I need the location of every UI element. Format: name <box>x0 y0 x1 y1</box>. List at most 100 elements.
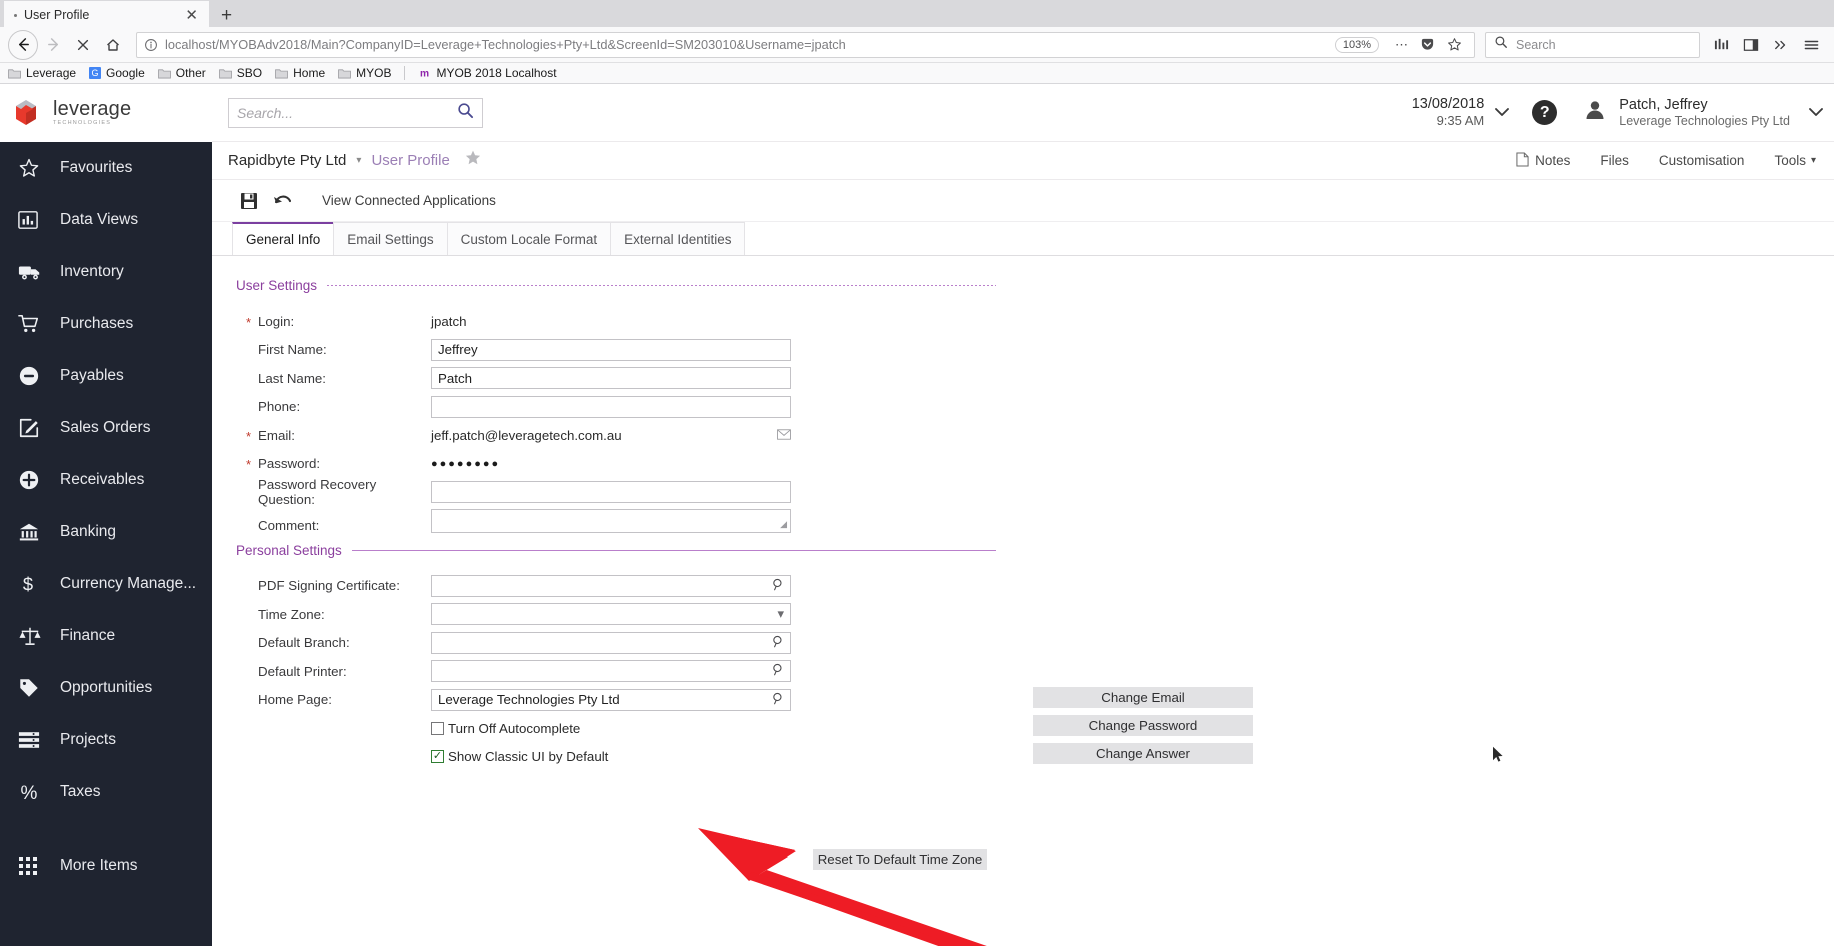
sidebar-item-inventory[interactable]: Inventory <box>0 246 212 298</box>
zoom-level-badge[interactable]: 103% <box>1334 36 1379 53</box>
time-zone-dropdown[interactable]: ▾ <box>431 603 791 626</box>
sidebar-item-data-views[interactable]: Data Views <box>0 194 212 246</box>
magnifier-icon[interactable] <box>772 635 784 651</box>
tab-general-info[interactable]: General Info <box>232 222 335 255</box>
view-connected-applications-link[interactable]: View Connected Applications <box>322 193 496 208</box>
browser-search-box[interactable]: Search <box>1485 31 1700 58</box>
phone-field[interactable] <box>431 395 791 418</box>
breadcrumb: Rapidbyte Pty Ltd ▾ User Profile Notes F… <box>212 142 1834 180</box>
hamburger-menu-icon[interactable] <box>1796 30 1826 60</box>
stop-loading-button[interactable] <box>68 30 98 60</box>
new-tab-button[interactable]: + <box>209 6 244 25</box>
breadcrumb-company[interactable]: Rapidbyte Pty Ltd <box>228 152 346 169</box>
sidebar-item-currency-management[interactable]: $ Currency Manage... <box>0 558 212 610</box>
tab-external-identities[interactable]: External Identities <box>610 222 746 255</box>
google-icon: G <box>89 67 102 79</box>
files-button[interactable]: Files <box>1600 153 1629 168</box>
sidebar-item-projects[interactable]: Projects <box>0 714 212 766</box>
magnifier-icon[interactable] <box>772 692 784 708</box>
change-password-button[interactable]: Change Password <box>1032 714 1254 737</box>
chevron-down-icon[interactable] <box>1494 105 1510 120</box>
tab-email-settings[interactable]: Email Settings <box>333 222 448 255</box>
bookmark-label: MYOB 2018 Localhost <box>436 66 557 80</box>
bookmark-myob-2018-localhost[interactable]: m MYOB 2018 Localhost <box>418 66 556 80</box>
change-answer-button[interactable]: Change Answer <box>1032 742 1254 765</box>
caret-down-icon[interactable]: ▾ <box>777 606 784 622</box>
bookmark-sbo[interactable]: SBO <box>218 66 262 80</box>
sidebar-item-banking[interactable]: Banking <box>0 506 212 558</box>
bookmark-myob[interactable]: MYOB <box>338 66 391 80</box>
sidebar-item-receivables[interactable]: Receivables <box>0 454 212 506</box>
folder-icon <box>275 68 288 79</box>
default-printer-field[interactable] <box>431 660 791 683</box>
user-chevron-down-icon[interactable] <box>1808 105 1824 120</box>
app-logo[interactable]: leverage TECHNOLOGIES <box>0 84 212 142</box>
breadcrumb-actions: Notes Files Customisation Tools ▾ <box>1486 151 1816 170</box>
magnifier-icon[interactable] <box>772 663 784 679</box>
forward-button[interactable] <box>38 30 68 60</box>
close-icon[interactable]: ✕ <box>180 8 203 23</box>
breadcrumb-page[interactable]: User Profile <box>371 152 449 169</box>
pdf-certificate-field[interactable] <box>431 574 791 597</box>
tab-custom-locale-format[interactable]: Custom Locale Format <box>446 222 612 255</box>
user-name: Patch, Jeffrey <box>1619 96 1708 113</box>
app-search-box[interactable]: Search... <box>228 97 483 128</box>
favourite-star-icon[interactable] <box>464 149 482 172</box>
recovery-question-field[interactable] <box>431 481 791 504</box>
current-user[interactable]: Patch, Jeffrey Leverage Technologies Pty… <box>1619 96 1790 130</box>
reset-to-default-time-zone-button[interactable]: Reset To Default Time Zone <box>812 848 988 871</box>
bookmark-home[interactable]: Home <box>275 66 325 80</box>
url-bar[interactable]: localhost/MYOBAdv2018/Main?CompanyID=Lev… <box>136 31 1475 58</box>
comment-field[interactable]: ◢ <box>431 508 791 533</box>
info-icon[interactable] <box>143 37 159 53</box>
save-disk-icon[interactable] <box>232 186 266 216</box>
envelope-icon[interactable] <box>777 428 791 443</box>
sidebar-item-finance[interactable]: Finance <box>0 610 212 662</box>
sidebar-item-payables[interactable]: Payables <box>0 350 212 402</box>
sidebar-item-favourites[interactable]: Favourites <box>0 142 212 194</box>
search-icon[interactable] <box>457 102 474 124</box>
change-email-button[interactable]: Change Email <box>1032 686 1254 709</box>
first-name-field[interactable]: Jeffrey <box>431 338 791 361</box>
sidebar-icon[interactable] <box>1736 30 1766 60</box>
help-icon[interactable]: ? <box>1532 100 1558 125</box>
tag-icon <box>18 677 48 699</box>
home-page-field[interactable]: Leverage Technologies Pty Ltd <box>431 688 791 711</box>
business-date[interactable]: 13/08/2018 9:35 AM <box>1412 95 1485 129</box>
search-input[interactable]: Search <box>1516 38 1556 52</box>
sidebar-item-taxes[interactable]: % Taxes <box>0 766 212 818</box>
sidebar-item-more-items[interactable]: More Items <box>0 840 212 892</box>
resize-grip-icon[interactable]: ◢ <box>780 519 787 530</box>
turn-off-autocomplete-checkbox[interactable] <box>431 721 444 735</box>
home-button[interactable] <box>98 30 128 60</box>
url-text: localhost/MYOBAdv2018/Main?CompanyID=Lev… <box>165 37 846 52</box>
customisation-button[interactable]: Customisation <box>1659 153 1745 168</box>
back-button[interactable] <box>8 29 38 60</box>
browser-tab-user-profile[interactable]: User Profile ✕ <box>4 1 209 27</box>
pocket-icon[interactable] <box>1420 37 1435 52</box>
bookmark-leverage[interactable]: Leverage <box>8 66 76 80</box>
undo-arrow-icon[interactable] <box>266 186 300 216</box>
sidebar-item-opportunities[interactable]: Opportunities <box>0 662 212 714</box>
bookmark-google[interactable]: G Google <box>89 66 145 80</box>
password-value: ●●●●●●●● <box>431 457 501 470</box>
section-divider <box>327 285 996 286</box>
library-icon[interactable] <box>1706 30 1736 60</box>
bar-chart-icon <box>18 210 48 230</box>
last-name-field[interactable]: Patch <box>431 367 791 390</box>
overflow-chevron-icon[interactable] <box>1766 30 1796 60</box>
caret-down-icon[interactable]: ▾ <box>356 155 361 166</box>
recovery-question-label: Password Recovery Question: <box>258 477 377 508</box>
sidebar-item-sales-orders[interactable]: Sales Orders <box>0 402 212 454</box>
ellipsis-icon[interactable]: ⋯ <box>1395 37 1408 53</box>
magnifier-icon[interactable] <box>772 578 784 594</box>
sidebar-item-purchases[interactable]: Purchases <box>0 298 212 350</box>
bookmark-other[interactable]: Other <box>157 66 206 80</box>
user-avatar-icon[interactable] <box>1583 98 1607 127</box>
bookmark-star-icon[interactable] <box>1447 37 1462 52</box>
show-classic-ui-checkbox[interactable]: ✓ <box>431 749 444 763</box>
notes-button[interactable]: Notes <box>1516 151 1570 170</box>
default-branch-field[interactable] <box>431 631 791 654</box>
tools-menu[interactable]: Tools ▾ <box>1774 153 1816 168</box>
search-input[interactable]: Search... <box>237 105 457 121</box>
